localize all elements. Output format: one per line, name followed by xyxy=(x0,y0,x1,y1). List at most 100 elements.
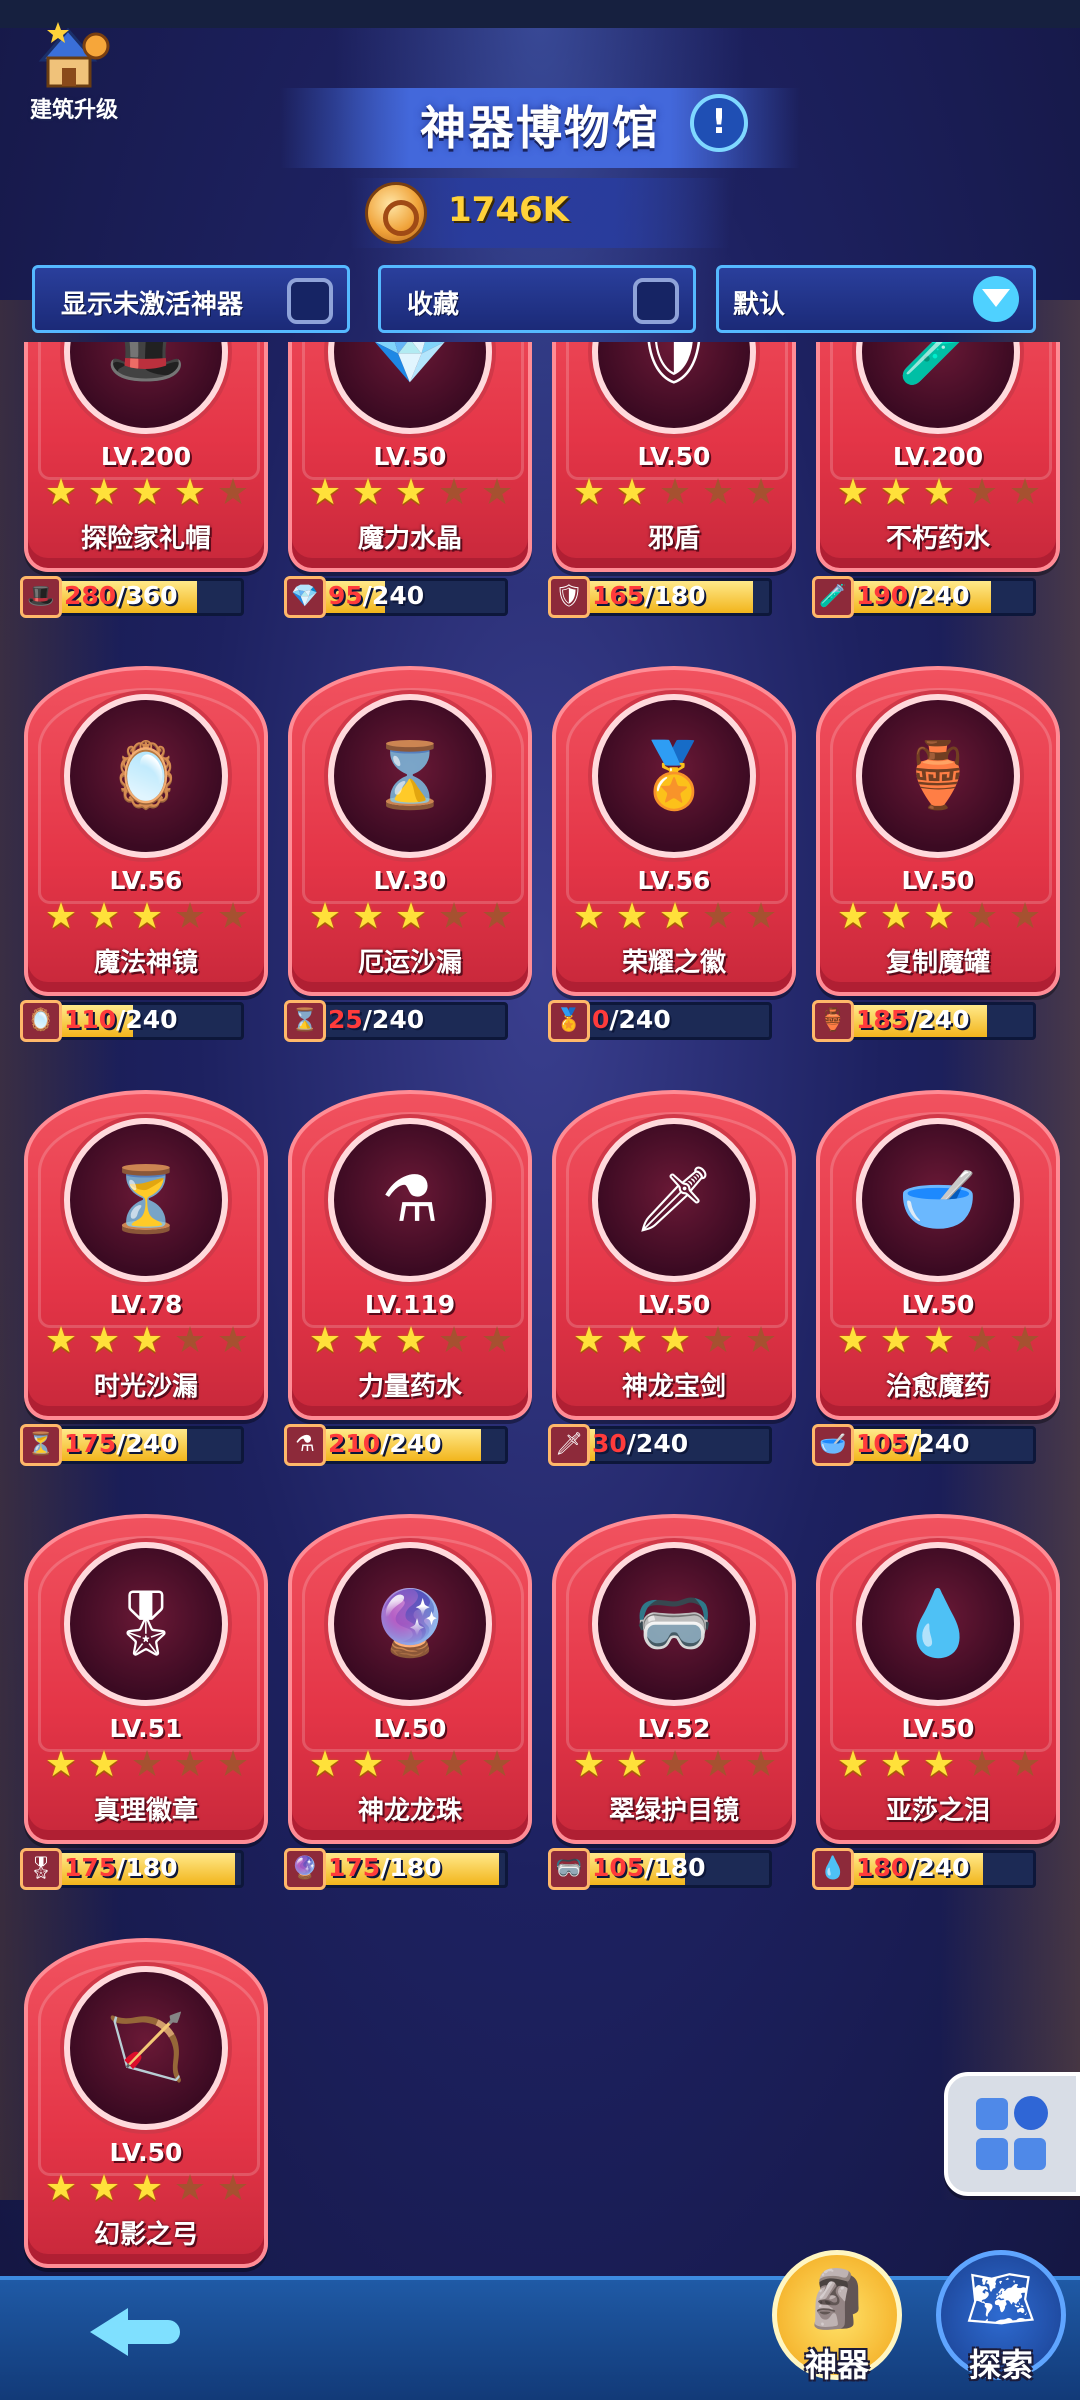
star-rating: ★ ★ ★ ★ ★ xyxy=(570,1322,780,1362)
star-filled-icon: ★ xyxy=(173,472,207,513)
artifact-card[interactable]: 💎 LV.50 ★ ★ ★ ★ ★ 魔力水晶 💎 95/240 xyxy=(284,342,532,618)
progress-current: 180 xyxy=(856,1853,909,1882)
artifact-level: LV.50 xyxy=(373,442,447,471)
back-arrow-shaft xyxy=(124,2320,180,2344)
grid-dot-icon xyxy=(1014,2096,1048,2130)
artifact-card[interactable]: ⚗ LV.119 ★ ★ ★ ★ ★ 力量药水 ⚗ 210/240 xyxy=(284,1090,532,1466)
artifact-medallion: 🏅 xyxy=(592,694,756,858)
star-filled-icon: ★ xyxy=(394,472,428,513)
artifact-card[interactable]: 🥣 LV.50 ★ ★ ★ ★ ★ 治愈魔药 🥣 105/240 xyxy=(812,1090,1060,1466)
shard-icon: 🎖 xyxy=(20,1848,62,1890)
star-empty-icon: ★ xyxy=(437,472,471,513)
progress-current: 175 xyxy=(64,1429,117,1458)
progress-current: 165 xyxy=(592,581,645,610)
tab-artifacts[interactable]: 🗿 神器 xyxy=(766,2244,908,2386)
shard-icon: 🧪 xyxy=(812,576,854,618)
progress-text: 30/240 xyxy=(592,1426,772,1462)
artifact-medallion: 🛡 xyxy=(592,342,756,434)
star-empty-icon: ★ xyxy=(216,2168,250,2209)
artifact-card[interactable]: 🎖 LV.51 ★ ★ ★ ★ ★ 真理徽章 🎖 175/180 xyxy=(20,1514,268,1890)
star-filled-icon: ★ xyxy=(394,1320,428,1361)
artifact-card[interactable]: 🏺 LV.50 ★ ★ ★ ★ ★ 复制魔罐 🏺 185/240 xyxy=(812,666,1060,1042)
tab-explore[interactable]: 🗺 探索 xyxy=(930,2244,1072,2386)
star-filled-icon: ★ xyxy=(615,1744,649,1785)
star-empty-icon: ★ xyxy=(173,1320,207,1361)
artifact-card[interactable]: ⏳ LV.78 ★ ★ ★ ★ ★ 时光沙漏 ⏳ 175/240 xyxy=(20,1090,268,1466)
star-empty-icon: ★ xyxy=(130,1744,164,1785)
progress-total: /240 xyxy=(116,1429,178,1458)
coin-icon xyxy=(365,182,427,244)
artifact-card[interactable]: 🪞 LV.56 ★ ★ ★ ★ ★ 魔法神镜 🪞 110/240 xyxy=(20,666,268,1042)
artifact-name: 荣耀之徽 xyxy=(621,948,726,978)
star-empty-icon: ★ xyxy=(216,896,250,937)
progress-text: 185/240 xyxy=(856,1002,1036,1038)
star-empty-icon: ★ xyxy=(1008,1744,1042,1785)
dragon-pearls-icon: 🔮 xyxy=(370,1587,450,1661)
back-button[interactable] xyxy=(80,2290,190,2370)
artifact-name: 真理徽章 xyxy=(93,1796,198,1826)
artifact-card[interactable]: 💧 LV.50 ★ ★ ★ ★ ★ 亚莎之泪 💧 180/240 xyxy=(812,1514,1060,1890)
artifact-medallion: 🏺 xyxy=(856,694,1020,858)
show-inactive-label: 显示未激活神器 xyxy=(61,290,244,320)
sort-dropdown[interactable]: 默认 xyxy=(716,265,1036,333)
progress-text: 190/240 xyxy=(856,578,1036,614)
progress-current: 175 xyxy=(328,1853,381,1882)
star-empty-icon: ★ xyxy=(965,1744,999,1785)
artifact-grid: 🎩 LV.200 ★ ★ ★ ★ ★ 探险家礼帽 🎩 280/360 💎 LV.50 ★ ★ ★ ★ ★ 魔力水晶… xyxy=(0,342,1080,2272)
star-rating: ★ ★ ★ ★ ★ xyxy=(42,898,252,938)
potion-icon: 🧪 xyxy=(898,342,978,389)
progress-total: /240 xyxy=(362,1005,425,1034)
info-button[interactable]: ! xyxy=(690,94,748,152)
star-filled-icon: ★ xyxy=(836,472,870,513)
star-empty-icon: ★ xyxy=(965,472,999,513)
show-inactive-checkbox[interactable] xyxy=(287,278,333,324)
star-filled-icon: ★ xyxy=(615,472,649,513)
shard-progress: 🥣 105/240 xyxy=(812,1424,1036,1466)
artifact-level: LV.52 xyxy=(637,1714,711,1743)
star-empty-icon: ★ xyxy=(480,896,514,937)
chevron-down-icon xyxy=(973,276,1019,322)
layout-toggle-button[interactable] xyxy=(944,2072,1080,2196)
show-inactive-filter[interactable]: 显示未激活神器 xyxy=(32,265,350,333)
artifact-card[interactable]: 🗡 LV.50 ★ ★ ★ ★ ★ 神龙宝剑 🗡 30/240 xyxy=(548,1090,796,1466)
artifact-medallion: 🥽 xyxy=(592,1542,756,1706)
star-filled-icon: ★ xyxy=(615,896,649,937)
artifact-card[interactable]: 🧪 LV.200 ★ ★ ★ ★ ★ 不朽药水 🧪 190/240 xyxy=(812,342,1060,618)
house-icon xyxy=(34,22,114,92)
sword-icon: 🗡 xyxy=(633,1163,715,1237)
artifact-name: 力量药水 xyxy=(357,1372,462,1402)
star-empty-icon: ★ xyxy=(437,1320,471,1361)
favorites-checkbox[interactable] xyxy=(633,278,679,324)
shard-progress: 🏅 0/240 xyxy=(548,1000,772,1042)
progress-text: 175/180 xyxy=(328,1850,508,1886)
shard-progress: ⚗ 210/240 xyxy=(284,1424,508,1466)
artifact-card[interactable]: ⌛ LV.30 ★ ★ ★ ★ ★ 厄运沙漏 ⌛ 25/240 xyxy=(284,666,532,1042)
progress-total: /180 xyxy=(644,581,706,610)
progress-total: /180 xyxy=(116,1853,178,1882)
favorites-filter[interactable]: 收藏 xyxy=(378,265,696,333)
artifact-name: 不朽药水 xyxy=(885,524,990,554)
progress-total: /240 xyxy=(908,1853,970,1882)
star-filled-icon: ★ xyxy=(658,1320,692,1361)
progress-text: 105/240 xyxy=(856,1426,1036,1462)
artifact-card[interactable]: 🎩 LV.200 ★ ★ ★ ★ ★ 探险家礼帽 🎩 280/360 xyxy=(20,342,268,618)
shard-icon: 🏺 xyxy=(812,1000,854,1042)
star-filled-icon: ★ xyxy=(922,1744,956,1785)
shard-icon: 🛡 xyxy=(548,576,590,618)
progress-current: 25 xyxy=(328,1005,363,1034)
artifact-card[interactable]: 🥽 LV.52 ★ ★ ★ ★ ★ 翠绿护目镜 🥽 105/180 xyxy=(548,1514,796,1890)
artifact-card[interactable]: 🏹 LV.50 ★ ★ ★ ★ ★ 幻影之弓 xyxy=(24,1938,268,2268)
artifact-card[interactable]: 🏅 LV.56 ★ ★ ★ ★ ★ 荣耀之徽 🏅 0/240 xyxy=(548,666,796,1042)
star-empty-icon: ★ xyxy=(744,1320,778,1361)
star-filled-icon: ★ xyxy=(879,1320,913,1361)
progress-text: 110/240 xyxy=(64,1002,244,1038)
shard-icon: ⏳ xyxy=(20,1424,62,1466)
artifact-medallion: 🪞 xyxy=(64,694,228,858)
star-filled-icon: ★ xyxy=(922,896,956,937)
artifact-card[interactable]: 🔮 LV.50 ★ ★ ★ ★ ★ 神龙龙珠 🔮 175/180 xyxy=(284,1514,532,1890)
artifact-level: LV.78 xyxy=(109,1290,183,1319)
artifact-card[interactable]: 🛡 LV.50 ★ ★ ★ ★ ★ 邪盾 🛡 165/180 xyxy=(548,342,796,618)
star-filled-icon: ★ xyxy=(308,472,342,513)
shard-progress: 🪞 110/240 xyxy=(20,1000,244,1042)
artifact-name: 翠绿护目镜 xyxy=(608,1796,739,1826)
